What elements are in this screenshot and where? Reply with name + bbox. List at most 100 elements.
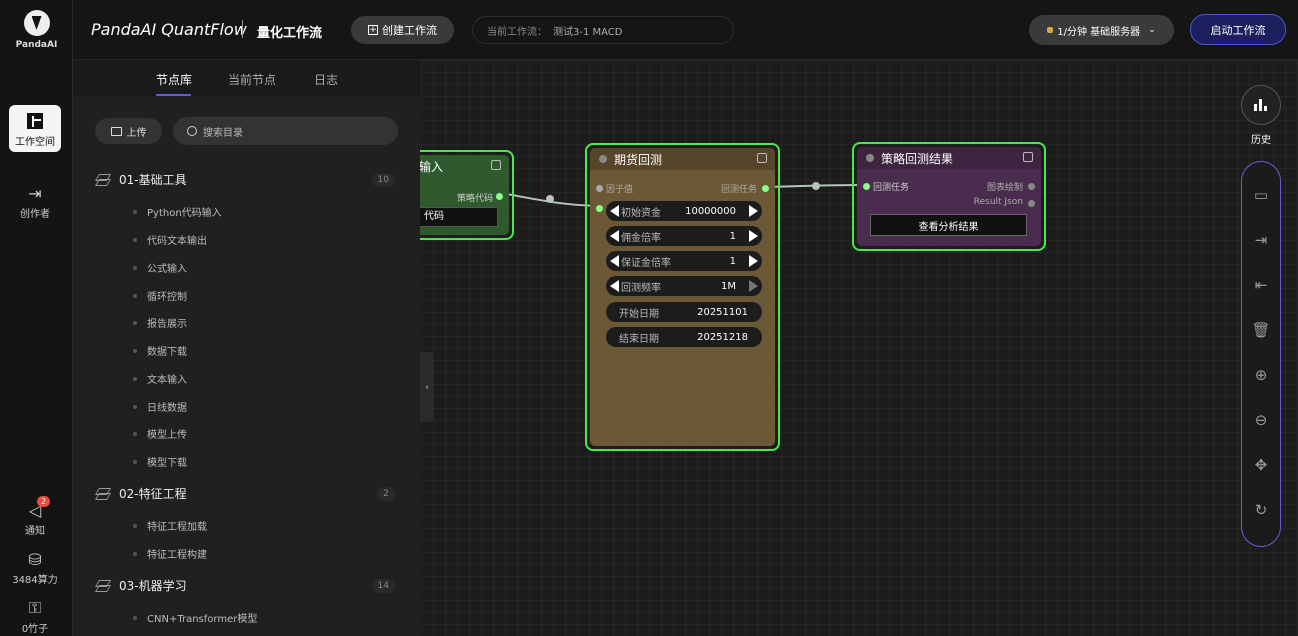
import-icon[interactable]: ⇤	[1242, 276, 1280, 294]
list-item[interactable]: CNN+Transformer模型	[133, 610, 257, 625]
start-workflow-button[interactable]: 启动工作流	[1190, 14, 1286, 45]
list-item[interactable]: 特征工程构建	[133, 546, 207, 561]
decrement-arrow[interactable]	[610, 205, 619, 217]
tab-underline	[156, 94, 191, 96]
decrement-arrow[interactable]	[610, 280, 619, 292]
list-item[interactable]: 模型下载	[133, 454, 187, 469]
backtest-node-title: 期货回测	[614, 152, 663, 167]
plus-box-icon: +	[368, 25, 378, 35]
workspace-icon	[25, 111, 45, 131]
list-item[interactable]: 数据下载	[133, 343, 187, 358]
edit-icon[interactable]	[757, 153, 767, 163]
chart-out-port[interactable]	[1028, 183, 1035, 190]
notification-badge: 2	[37, 496, 51, 507]
list-item[interactable]: 模型上传	[133, 426, 187, 441]
sidebar-item-compute[interactable]: ⛁ 3484算力	[7, 549, 63, 587]
left-rail: PandaAI 工作空间 ⇥ 创作者 ◁ 2 通知 ⛁ 3484算力 ⚿ 0竹子	[0, 0, 73, 636]
edit-icon[interactable]	[1023, 152, 1033, 162]
refresh-icon[interactable]: ↻	[1242, 501, 1280, 519]
sidebar-item-bamboo[interactable]: ⚿ 0竹子	[9, 598, 61, 635]
server-selector[interactable]: 1/分钟 基础服务器 ⌄	[1029, 15, 1174, 45]
group-basic-tools[interactable]: 01-基础工具 10	[95, 171, 395, 188]
group-count: 14	[371, 578, 395, 593]
tab-current-node[interactable]: 当前节点	[228, 71, 276, 88]
layers-icon	[95, 488, 111, 500]
search-input[interactable]: 搜索目录	[173, 117, 398, 145]
sidebar-item-notifications[interactable]: ◁ 2 通知	[9, 496, 61, 537]
panel-tabs: 节点库 当前节点 日志	[73, 60, 420, 96]
tab-log[interactable]: 日志	[314, 71, 338, 88]
capital-in-port[interactable]	[596, 205, 603, 212]
end-date-field[interactable]: 结束日期 20251218	[606, 327, 762, 347]
increment-arrow[interactable]	[749, 280, 758, 292]
result-in-port-label: 回测任务	[873, 183, 910, 193]
increment-arrow[interactable]	[749, 230, 758, 242]
tab-node-library[interactable]: 节点库	[156, 71, 192, 88]
group-machine-learning[interactable]: 03-机器学习 14	[95, 577, 395, 594]
json-port-label: Result Json	[973, 197, 1023, 207]
backtest-task-in-port[interactable]	[863, 183, 870, 190]
code-node-title: 输入	[419, 159, 444, 174]
json-out-port[interactable]	[1028, 200, 1035, 207]
list-item[interactable]: 公式输入	[133, 260, 187, 275]
list-item[interactable]: 特征工程加载	[133, 518, 207, 533]
search-icon	[187, 126, 197, 136]
backtest-result-node[interactable]: 策略回测结果 回测任务 图表绘制 Result Json 查看分析结果	[852, 142, 1046, 251]
list-item[interactable]: Python代码输入	[133, 204, 222, 219]
upload-button[interactable]: 上传	[95, 118, 162, 144]
history-button[interactable]: 历史	[1241, 85, 1281, 146]
view-results-button[interactable]: 查看分析结果	[870, 214, 1027, 236]
list-item[interactable]: 报告展示	[133, 315, 187, 330]
logo: PandaAI	[0, 10, 73, 50]
futures-backtest-node[interactable]: 期货回测 因子值 回测任务 初始资金 10000000 佣金倍率 1 保证金倍率…	[585, 143, 780, 451]
list-item[interactable]: 代码文本输出	[133, 232, 207, 247]
backtest-frequency-field[interactable]: 回测频率 1M	[606, 276, 762, 296]
edit-icon[interactable]	[491, 160, 501, 170]
strategy-code-out-port[interactable]	[496, 193, 503, 200]
list-item[interactable]: 文本输入	[133, 371, 187, 386]
zoom-in-icon[interactable]: ⊕	[1242, 366, 1280, 384]
node-library-panel: 节点库 当前节点 日志 上传 搜索目录 01-基础工具 10 Python代码输…	[73, 60, 420, 636]
chart-port-label: 图表绘制	[986, 183, 1023, 193]
increment-arrow[interactable]	[749, 205, 758, 217]
decrement-arrow[interactable]	[610, 230, 619, 242]
bamboo-icon: ⚿	[28, 598, 42, 617]
code-field[interactable]: 代码	[411, 207, 498, 227]
status-dot	[866, 154, 874, 162]
coin-icon	[1047, 27, 1054, 33]
create-workflow-button[interactable]: + 创建工作流	[351, 16, 454, 44]
margin-rate-field[interactable]: 保证金倍率 1	[606, 251, 762, 271]
top-bar: PandaAI QuantFlow 量化工作流 + 创建工作流 当前工作流： 测…	[73, 0, 1298, 60]
sidebar-item-workspace[interactable]: 工作空间	[9, 105, 61, 152]
database-icon: ⛁	[28, 549, 42, 569]
export-icon[interactable]: ⇥	[1242, 231, 1280, 249]
initial-capital-field[interactable]: 初始资金 10000000	[606, 201, 762, 221]
delete-icon[interactable]: 🗑	[1242, 321, 1280, 339]
factor-in-port[interactable]	[596, 185, 603, 192]
panda-logo-icon	[23, 10, 50, 36]
canvas-toolbar: ▭ ⇥ ⇤ 🗑 ⊕ ⊖ ✥ ↻	[1241, 161, 1281, 547]
sidebar-item-creator[interactable]: ⇥ 创作者	[9, 183, 61, 221]
export-icon: ⇥	[28, 183, 42, 203]
result-node-title: 策略回测结果	[881, 151, 954, 166]
group-feature-engineering[interactable]: 02-特征工程 2	[95, 485, 395, 502]
backtest-task-out-port[interactable]	[762, 185, 769, 192]
group-count: 10	[371, 172, 395, 187]
save-icon[interactable]: ▭	[1242, 186, 1280, 204]
layers-icon	[95, 174, 111, 186]
current-workflow-field[interactable]: 当前工作流： 测试3-1 MACD	[472, 16, 734, 44]
group-count: 2	[377, 486, 395, 501]
list-item[interactable]: 循环控制	[133, 288, 187, 303]
chart-bars-icon	[1241, 85, 1281, 125]
brand-subtitle: 量化工作流	[257, 26, 323, 41]
increment-arrow[interactable]	[749, 255, 758, 267]
start-date-field[interactable]: 开始日期 20251101	[606, 302, 762, 322]
chevron-down-icon: ⌄	[1148, 25, 1156, 35]
move-icon[interactable]: ✥	[1242, 456, 1280, 474]
list-item[interactable]: 日线数据	[133, 399, 187, 414]
collapse-panel-handle[interactable]: ‹	[420, 352, 434, 422]
decrement-arrow[interactable]	[610, 255, 619, 267]
commission-rate-field[interactable]: 佣金倍率 1	[606, 226, 762, 246]
zoom-out-icon[interactable]: ⊖	[1242, 411, 1280, 429]
backtest-task-port-label: 回测任务	[720, 185, 757, 195]
